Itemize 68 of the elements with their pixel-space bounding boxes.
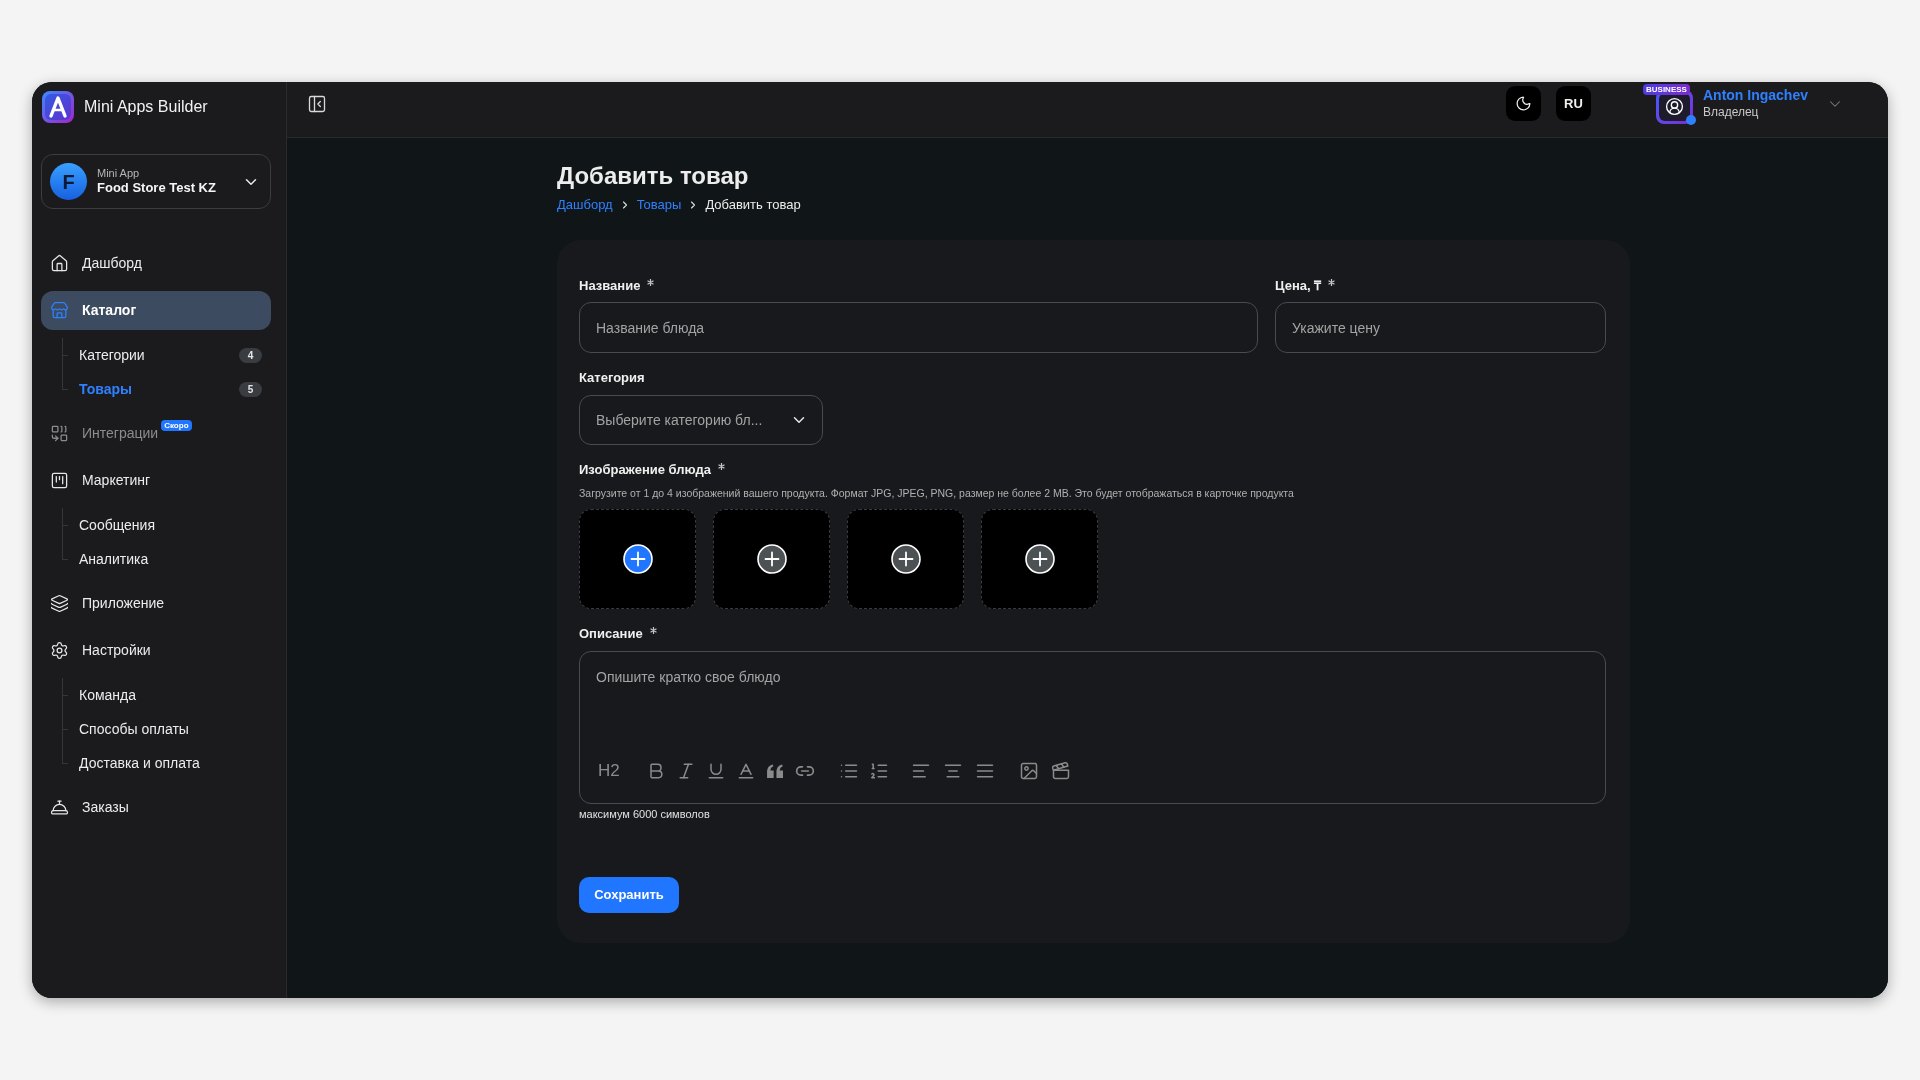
nav-subitem[interactable]: Категории 4 xyxy=(79,343,262,367)
numbered-list-icon[interactable] xyxy=(868,761,889,781)
align-justify-icon[interactable] xyxy=(974,761,995,781)
nav-item[interactable]: Заказы xyxy=(41,788,271,827)
nav-subitem[interactable]: Команда xyxy=(79,683,262,707)
field-label: Описание xyxy=(579,625,643,643)
plus-circle-icon[interactable] xyxy=(622,544,653,574)
name-input[interactable]: Название блюда xyxy=(579,302,1258,353)
nav-subitem[interactable]: Доставка и оплата xyxy=(79,751,262,775)
nav-item[interactable]: Приложение xyxy=(41,584,271,623)
quote-icon[interactable] xyxy=(765,763,785,779)
nav-item[interactable]: Дашборд xyxy=(41,244,271,283)
plan-badge: BUSINESS xyxy=(1643,83,1690,95)
upload-hint: Загрузите от 1 до 4 изображений вашего продукта. Формат JPG, JPEG, PNG, размер не более 2 MB. Это будет отображаться в карточке продукта xyxy=(579,486,1295,500)
nav-item[interactable]: Каталог xyxy=(41,291,271,330)
category-select[interactable]: Выберите категорию бл... xyxy=(579,395,823,445)
field-label: Название xyxy=(579,277,641,295)
language-button[interactable]: RU xyxy=(1556,86,1591,121)
nav-subitem[interactable]: Товары 5 xyxy=(79,377,262,401)
price-input[interactable]: Укажите цену xyxy=(1275,302,1606,353)
bullet-list-icon[interactable] xyxy=(838,761,859,781)
plus-circle-icon[interactable] xyxy=(1024,544,1055,574)
soon-badge: Скоро xyxy=(161,420,192,431)
nav-subitem[interactable]: Способы оплаты xyxy=(79,717,262,741)
user-name[interactable]: Anton Ingachev xyxy=(1703,87,1808,105)
image-upload-slot[interactable] xyxy=(847,509,964,609)
nav-subitem[interactable]: Сообщения xyxy=(79,513,262,537)
breadcrumb-link[interactable]: Товары xyxy=(636,195,682,215)
moon-icon xyxy=(1515,95,1532,112)
video-icon[interactable] xyxy=(1050,761,1071,781)
house-icon xyxy=(50,254,69,273)
description-input[interactable]: Опишите кратко свое блюдо xyxy=(596,667,1589,757)
field-label: Категория xyxy=(579,369,645,387)
nav-item[interactable]: Настройки xyxy=(41,631,271,670)
app-selector[interactable]: F Mini App Food Store Test KZ xyxy=(41,154,271,209)
app-title: Mini Apps Builder xyxy=(84,96,208,117)
plus-circle-icon[interactable] xyxy=(756,544,787,574)
app-avatar: F xyxy=(50,163,87,200)
count-badge: 5 xyxy=(239,381,262,397)
panel-collapse-icon[interactable] xyxy=(307,93,327,114)
layers-icon xyxy=(50,594,69,613)
plus-circle-icon[interactable] xyxy=(890,544,921,574)
settings-icon xyxy=(50,641,69,660)
logo-icon xyxy=(42,90,74,123)
image-upload-slot[interactable] xyxy=(981,509,1098,609)
image-upload-slot[interactable] xyxy=(579,509,696,609)
image-icon[interactable] xyxy=(1018,761,1039,781)
field-label: Цена, ₸ xyxy=(1275,277,1322,295)
squares-icon xyxy=(50,424,69,443)
service-bell-icon xyxy=(50,798,69,817)
align-center-icon[interactable] xyxy=(942,761,963,781)
store-icon xyxy=(50,301,69,320)
image-upload-slot[interactable] xyxy=(713,509,830,609)
nav-subitem[interactable]: Аналитика xyxy=(79,547,262,571)
save-button[interactable]: Сохранить xyxy=(579,877,679,913)
user-role: Владелец xyxy=(1703,104,1760,120)
theme-toggle-button[interactable] xyxy=(1506,86,1541,121)
breadcrumb-current: Добавить товар xyxy=(705,196,801,215)
nav-item[interactable]: Маркетинг xyxy=(41,461,271,500)
heading-button[interactable]: H2 xyxy=(596,758,622,784)
field-label: Изображение блюда xyxy=(579,461,711,479)
page-title: Добавить товар xyxy=(557,161,750,191)
align-left-icon[interactable] xyxy=(910,761,931,781)
kanban-icon xyxy=(50,471,69,490)
description-editor[interactable]: Опишите кратко свое блюдо H2 xyxy=(579,651,1606,804)
character-limit-note: максимум 6000 символов xyxy=(579,807,711,821)
breadcrumb-link[interactable]: Дашборд xyxy=(557,195,613,215)
count-badge: 4 xyxy=(239,347,262,363)
